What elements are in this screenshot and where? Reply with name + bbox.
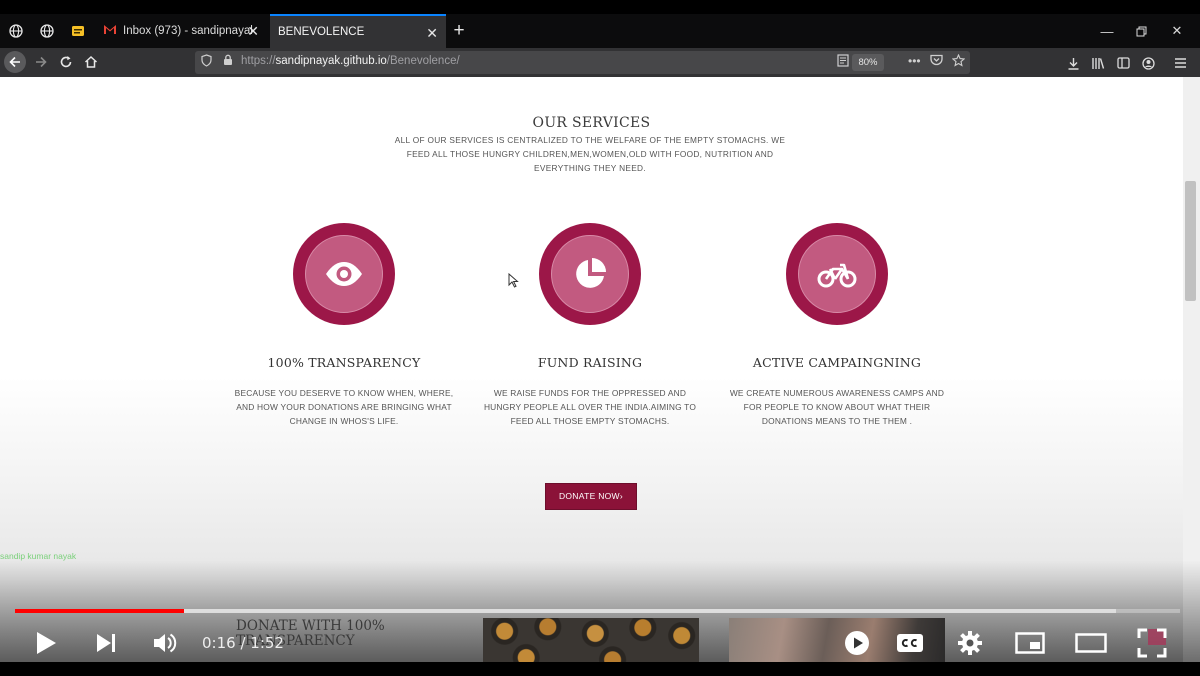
service-text: BECAUSE YOU DESERVE TO KNOW WHEN, WHERE,… (234, 388, 454, 426)
fullscreen-icon (1137, 628, 1167, 658)
mouse-cursor-icon (508, 273, 519, 288)
gear-icon (958, 631, 982, 655)
endcard-video-thumbnail[interactable] (483, 618, 699, 662)
video-progress-bar[interactable] (15, 609, 1180, 613)
zoom-level-button[interactable]: 80% (852, 54, 884, 71)
download-icon[interactable] (1063, 53, 1083, 73)
volume-icon (154, 633, 177, 653)
closed-captions-icon (897, 634, 923, 652)
tab-benevolence[interactable]: BENEVOLENCE ✕ (270, 14, 446, 48)
chevron-right-icon: › (619, 491, 624, 501)
close-tab-icon[interactable]: ✕ (247, 23, 259, 40)
miniplayer-icon (1015, 632, 1045, 654)
miniplayer-button[interactable] (1013, 625, 1047, 661)
pinned-tab-icon[interactable] (63, 14, 93, 48)
service-icon-circle (786, 223, 888, 325)
section-description: ALL OF OUR SERVICES IS CENTRALIZED TO TH… (394, 135, 786, 173)
tab-label: Inbox (973) - sandipnayak0007 (123, 25, 253, 37)
new-tab-button[interactable]: + (448, 14, 470, 48)
home-icon[interactable] (80, 51, 102, 73)
library-icon[interactable] (1088, 53, 1108, 73)
service-title: 100% TRANSPARENCY (267, 355, 421, 370)
service-text: WE CREATE NUMEROUS AWARENESS CAMPS AND F… (729, 388, 945, 426)
back-button[interactable] (4, 51, 26, 73)
reader-view-icon[interactable] (837, 54, 849, 70)
service-title: ACTIVE CAMPAINGNING (752, 355, 922, 370)
service-card-campaigning: ACTIVE CAMPAINGNING WE CREATE NUMEROUS A… (727, 223, 947, 428)
url-host: sandipnayak.github.io (275, 55, 387, 67)
restore-button[interactable] (1124, 14, 1158, 48)
endcard-line: DONATE WITH 100% (236, 618, 385, 634)
service-text: WE RAISE FUNDS FOR THE OPPRESSED AND HUN… (483, 388, 697, 426)
url-text: https://sandipnayak.github.io/Benevolenc… (241, 55, 460, 67)
bicycle-icon (817, 263, 857, 288)
play-button[interactable] (30, 625, 62, 661)
skip-next-icon (97, 634, 115, 652)
service-icon-circle (293, 223, 395, 325)
theater-mode-button[interactable] (1073, 625, 1109, 661)
gmail-icon (103, 24, 119, 38)
account-icon[interactable] (1138, 53, 1158, 73)
donate-label: DONATE NOW (558, 491, 620, 501)
url-scheme: https:// (241, 55, 276, 67)
video-frame: Inbox (973) - sandipnayak0007 ✕ BENEVOLE… (0, 0, 1200, 676)
bookmark-star-icon[interactable] (951, 53, 966, 70)
tab-gmail[interactable]: Inbox (973) - sandipnayak0007 ✕ (95, 14, 267, 48)
globe-icon[interactable] (32, 14, 62, 48)
url-path: /Benevolence/ (386, 55, 460, 67)
service-title: FUND RAISING (537, 355, 643, 370)
service-card-fund-raising: FUND RAISING WE RAISE FUNDS FOR THE OPPR… (480, 223, 700, 428)
globe-icon[interactable] (1, 14, 31, 48)
url-bar[interactable]: https://sandipnayak.github.io/Benevolenc… (195, 51, 970, 74)
fullscreen-button[interactable] (1134, 625, 1170, 661)
menu-icon[interactable] (1170, 53, 1190, 73)
close-tab-icon[interactable]: ✕ (426, 25, 438, 42)
page-actions-icon[interactable]: ••• (908, 54, 921, 68)
reload-icon[interactable] (55, 51, 77, 73)
forward-button[interactable] (30, 51, 52, 73)
donate-now-button[interactable]: DONATE NOW› (545, 483, 637, 510)
service-icon-circle (539, 223, 641, 325)
lock-icon[interactable] (223, 54, 233, 69)
tab-label: BENEVOLENCE (278, 26, 365, 38)
autoplay-toggle[interactable] (842, 625, 872, 661)
close-window-button[interactable]: ✕ (1160, 14, 1194, 48)
sidebar-icon[interactable] (1113, 53, 1133, 73)
minimize-button[interactable]: — (1090, 14, 1124, 48)
service-card-transparency: 100% TRANSPARENCY BECAUSE YOU DESERVE TO… (234, 223, 454, 428)
eye-icon (326, 262, 362, 286)
video-time: 0:16 / 1:52 (202, 634, 284, 652)
play-circle-icon (845, 631, 869, 655)
pie-chart-icon (576, 258, 606, 288)
next-button[interactable] (90, 625, 122, 661)
browser-tab-strip: Inbox (973) - sandipnayak0007 ✕ BENEVOLE… (0, 14, 1200, 48)
shield-icon[interactable] (201, 54, 212, 70)
subtitles-button[interactable] (893, 625, 927, 661)
theater-mode-icon (1075, 633, 1107, 653)
play-icon (37, 632, 56, 654)
settings-button[interactable] (954, 625, 986, 661)
browser-toolbar: https://sandipnayak.github.io/Benevolenc… (0, 48, 1200, 77)
pocket-icon[interactable] (930, 54, 943, 69)
volume-button[interactable] (148, 625, 182, 661)
scrollbar-thumb[interactable] (1185, 181, 1196, 301)
played-bar (15, 609, 184, 613)
section-title: OUR SERVICES (532, 115, 651, 131)
